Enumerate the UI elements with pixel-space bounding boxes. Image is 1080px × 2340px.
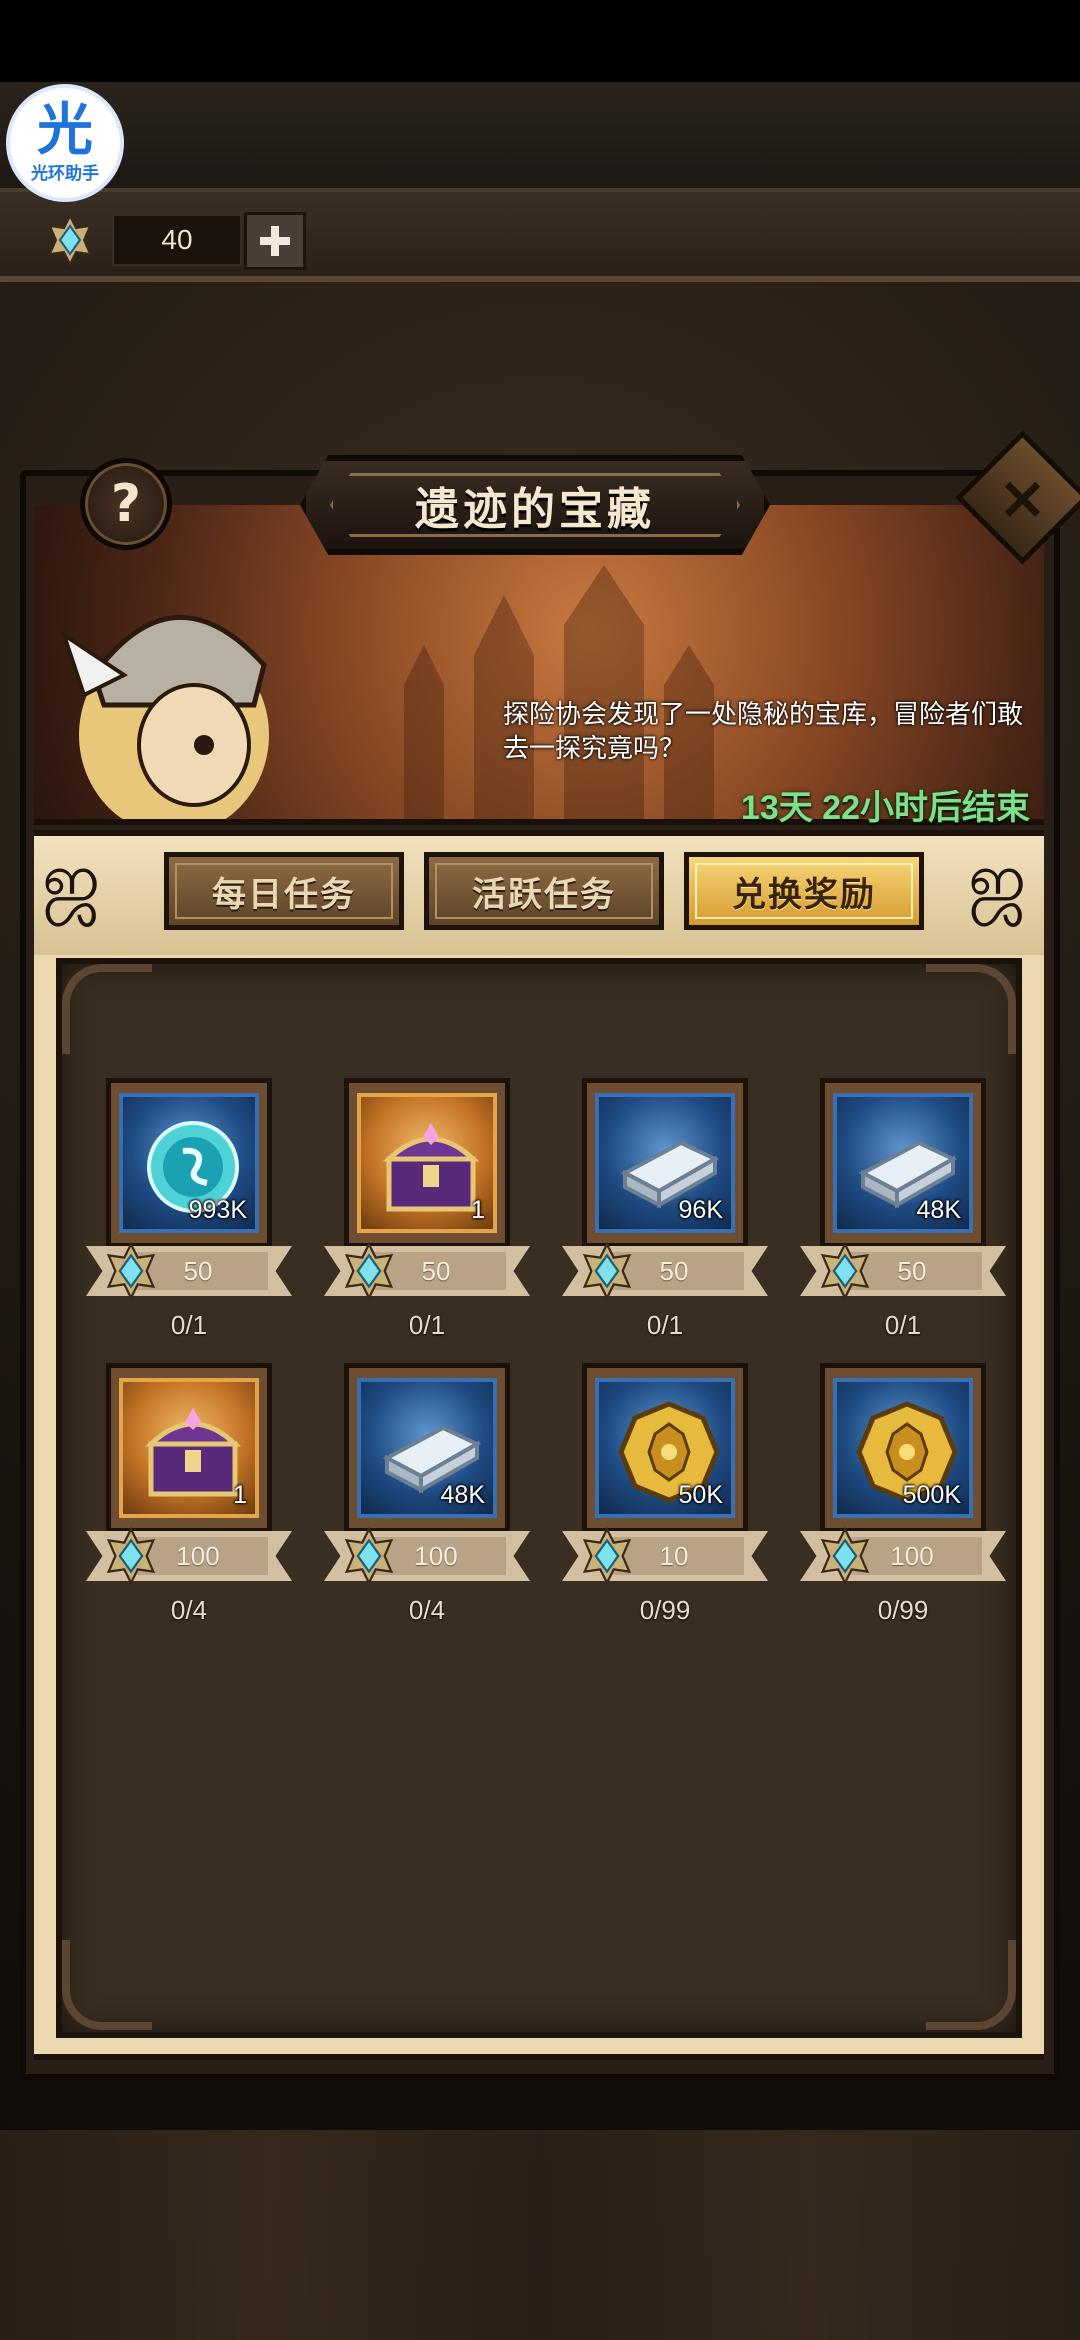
reward-card: 50K	[582, 1363, 748, 1533]
reward-progress: 0/99	[639, 1595, 691, 1625]
gem-icon	[820, 1242, 870, 1300]
reward-quantity: 96K	[678, 1196, 723, 1224]
corner-ornament	[926, 964, 1016, 1054]
reward-progress: 0/99	[877, 1595, 929, 1625]
reward-card: 48K	[820, 1078, 986, 1248]
reward-icon-frame: 96K	[595, 1093, 735, 1233]
reward-quantity: 500K	[902, 1481, 961, 1509]
assistant-badge-label: 光环助手	[31, 163, 99, 184]
top-bar	[0, 82, 1080, 192]
reward-progress: 0/4	[408, 1595, 446, 1625]
reward-icon-frame: 48K	[357, 1378, 497, 1518]
reward-item[interactable]: 1 100 0/4	[84, 1363, 294, 1633]
reward-quantity: 48K	[440, 1481, 485, 1509]
reward-quantity: 1	[233, 1481, 247, 1509]
reward-item[interactable]: 50K 10 0/99	[560, 1363, 770, 1633]
corner-ornament	[62, 964, 152, 1054]
reward-card: 1	[106, 1363, 272, 1533]
reward-progress: 0/1	[884, 1310, 922, 1340]
reward-item[interactable]: 1 50 0/1	[322, 1078, 532, 1348]
tab-label: 兑换奖励	[732, 874, 876, 915]
reward-item[interactable]: 48K 50 0/1	[798, 1078, 1008, 1348]
gem-icon	[48, 214, 92, 266]
reward-progress: 0/4	[170, 1595, 208, 1625]
reward-card: 48K	[344, 1363, 510, 1533]
event-description: 探险协会发现了一处隐秘的宝库，冒险者们敢去一探究竟吗？	[503, 699, 1024, 763]
reward-icon-frame: 50K	[595, 1378, 735, 1518]
reward-card: 1	[344, 1078, 510, 1248]
status-bar	[0, 0, 1080, 82]
reward-progress: 0/1	[170, 1310, 208, 1340]
reward-quantity: 50K	[678, 1481, 723, 1509]
reward-card: 993K	[106, 1078, 272, 1248]
tab-label: 活跃任务	[472, 874, 616, 915]
reward-icon-frame: 48K	[833, 1093, 973, 1233]
reward-item[interactable]: 500K 100 0/99	[798, 1363, 1008, 1633]
reward-quantity: 993K	[188, 1196, 247, 1224]
currency-count: 40	[112, 214, 242, 266]
reward-item[interactable]: 96K 50 0/1	[560, 1078, 770, 1348]
reward-progress: 0/1	[646, 1310, 684, 1340]
reward-card: 96K	[582, 1078, 748, 1248]
gem-icon	[820, 1527, 870, 1585]
help-button[interactable]: ?	[80, 458, 172, 550]
close-icon[interactable]: ×	[975, 450, 1070, 545]
reward-card: 500K	[820, 1363, 986, 1533]
reward-progress: 0/1	[408, 1310, 446, 1340]
event-title: 遗迹的宝藏	[415, 484, 655, 535]
tab-daily-tasks[interactable]: 每日任务	[164, 852, 404, 930]
add-currency-button[interactable]	[244, 212, 306, 270]
corner-ornament	[926, 1940, 1016, 2030]
reward-item[interactable]: 48K 100 0/4	[322, 1363, 532, 1633]
plus-icon	[260, 226, 290, 256]
gem-icon	[106, 1527, 156, 1585]
swirl-ornament-right: ஜ	[968, 838, 1027, 920]
gem-icon	[106, 1242, 156, 1300]
reward-item[interactable]: 993K 50 0/1	[84, 1078, 294, 1348]
reward-quantity: 1	[471, 1196, 485, 1224]
knight-character-illustration	[60, 615, 269, 819]
gem-icon	[582, 1527, 632, 1585]
gem-icon	[344, 1527, 394, 1585]
assistant-badge-glyph: 光	[37, 97, 93, 163]
assistant-badge[interactable]: 光 光环助手	[6, 84, 124, 202]
reward-icon-frame: 1	[119, 1378, 259, 1518]
swirl-ornament-left: ஜ	[42, 838, 101, 920]
tab-label: 每日任务	[212, 874, 356, 915]
reward-icon-frame: 500K	[833, 1378, 973, 1518]
reward-quantity: 48K	[916, 1196, 961, 1224]
corner-ornament	[62, 1940, 152, 2030]
tab-active-tasks[interactable]: 活跃任务	[424, 852, 664, 930]
gem-icon	[582, 1242, 632, 1300]
question-icon: ?	[110, 474, 142, 534]
reward-icon-frame: 1	[357, 1093, 497, 1233]
tab-exchange-rewards[interactable]: 兑换奖励	[684, 852, 924, 930]
event-timer: 13天 22小时后结束	[740, 789, 1030, 827]
reward-icon-frame: 993K	[119, 1093, 259, 1233]
gem-icon	[344, 1242, 394, 1300]
title-plate: 遗迹的宝藏	[300, 455, 770, 555]
blurred-bottom-nav	[0, 2130, 1080, 2340]
